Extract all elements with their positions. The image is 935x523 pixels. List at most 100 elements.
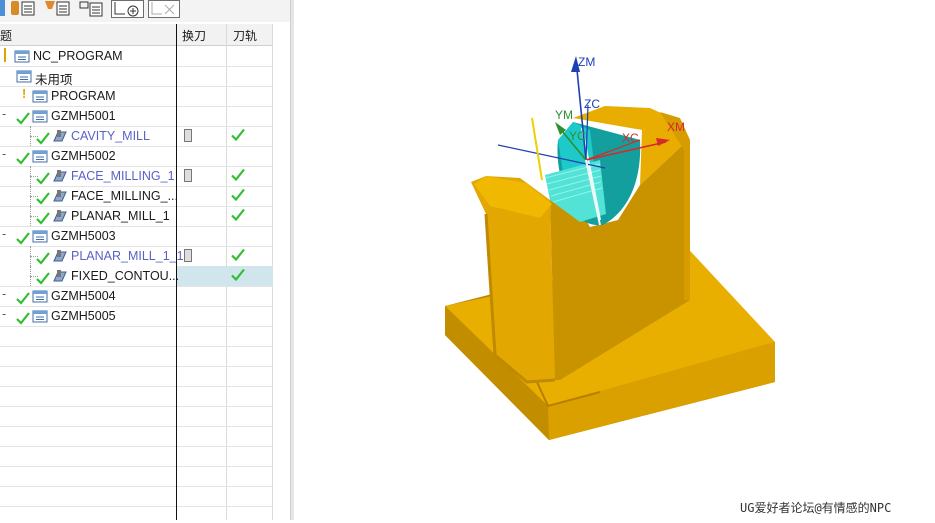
operation-icon: [52, 269, 68, 286]
column-toolpath-header[interactable]: 刀轨: [233, 27, 257, 44]
toolpath-ok-icon: [231, 208, 245, 222]
column-tool-change-header[interactable]: 换刀: [182, 27, 206, 44]
name-cell[interactable]: NC_PROGRAM: [0, 46, 176, 66]
program-row[interactable]: ! PROGRAM: [0, 86, 273, 107]
empty-row: [0, 346, 273, 367]
part-model: ZM ZC YM YC XC XM: [445, 55, 775, 440]
operation-row[interactable]: PLANAR_MILL_1: [0, 206, 273, 227]
tool-change-icon: [184, 169, 192, 182]
geometry-view-icon[interactable]: [78, 0, 104, 17]
program-folder-icon: [32, 229, 48, 246]
program-folder-icon: [32, 149, 48, 166]
tool-change-icon: [184, 129, 192, 142]
create-program-icon[interactable]: [111, 0, 144, 18]
warning-marker-icon: [4, 48, 6, 62]
collapse-toggle[interactable]: -: [2, 147, 6, 161]
program-row[interactable]: - GZMH5001: [0, 106, 273, 127]
tree-row[interactable]: 未用项: [0, 66, 273, 87]
name-cell[interactable]: - GZMH5003: [0, 226, 176, 246]
row-label: PLANAR_MILL_1_1: [71, 249, 184, 263]
collapse-toggle[interactable]: -: [2, 227, 6, 241]
toolpath-ok-icon: [231, 188, 245, 202]
axis-label-xm: XM: [667, 120, 685, 134]
collapse-toggle[interactable]: -: [2, 107, 6, 121]
program-folder-icon: [32, 309, 48, 326]
name-cell[interactable]: - GZMH5004: [0, 286, 176, 306]
operation-icon: [52, 129, 68, 146]
program-row[interactable]: - GZMH5003: [0, 226, 273, 247]
empty-row: [0, 406, 273, 427]
toolpath-ok-icon: [231, 128, 245, 142]
navigator-header: 题 换刀 刀轨: [0, 24, 273, 46]
row-label: GZMH5005: [51, 309, 116, 323]
axis-label-yc: YC: [569, 129, 586, 143]
status-warning-icon: !: [22, 87, 27, 101]
row-label: CAVITY_MILL: [71, 129, 150, 143]
program-folder-icon: [14, 49, 30, 66]
program-row[interactable]: - GZMH5002: [0, 146, 273, 167]
name-cell[interactable]: FACE_MILLING_...: [0, 186, 178, 206]
empty-row: [0, 366, 273, 387]
program-folder-icon: [32, 109, 48, 126]
row-label: NC_PROGRAM: [33, 49, 123, 63]
collapse-toggle[interactable]: -: [2, 307, 6, 321]
name-cell[interactable]: - GZMH5001: [0, 106, 176, 126]
toolbar-edge-icon[interactable]: [0, 0, 6, 17]
axis-label-xc: XC: [622, 131, 639, 145]
name-cell[interactable]: PLANAR_MILL_1_1: [0, 246, 184, 266]
row-label: GZMH5003: [51, 229, 116, 243]
program-order-view-icon[interactable]: [10, 0, 36, 17]
delete-program-icon[interactable]: [148, 0, 180, 18]
name-cell[interactable]: PLANAR_MILL_1: [0, 206, 176, 226]
program-folder-icon: [16, 69, 32, 86]
axis-label-ym: YM: [555, 108, 573, 122]
navigator-toolbar: [0, 0, 290, 22]
column-name-header[interactable]: 题: [0, 27, 12, 44]
name-cell[interactable]: - GZMH5005: [0, 306, 176, 326]
name-cell[interactable]: 未用项: [0, 66, 176, 87]
name-cell[interactable]: CAVITY_MILL: [0, 126, 176, 146]
name-cell[interactable]: FIXED_CONTOU...: [0, 266, 180, 286]
operation-icon: [52, 169, 68, 186]
operation-icon: [52, 189, 68, 206]
operation-icon: [52, 209, 68, 226]
program-folder-icon: [32, 89, 48, 106]
column-divider-line: [176, 24, 177, 520]
axis-label-zm: ZM: [578, 55, 595, 69]
toolpath-ok-icon: [231, 248, 245, 262]
row-label: GZMH5004: [51, 289, 116, 303]
program-row[interactable]: - GZMH5004: [0, 286, 273, 307]
tree-row[interactable]: NC_PROGRAM: [0, 46, 273, 67]
empty-row: [0, 506, 273, 520]
row-label: FIXED_CONTOU...: [71, 269, 180, 283]
axis-label-zc: ZC: [584, 97, 600, 111]
toolpath-ok-icon: [231, 168, 245, 182]
operation-row[interactable]: FIXED_CONTOU...: [0, 266, 273, 287]
program-row[interactable]: - GZMH5005: [0, 306, 273, 327]
operation-icon: [52, 249, 68, 266]
program-folder-icon: [32, 289, 48, 306]
operation-row[interactable]: FACE_MILLING_1: [0, 166, 273, 187]
toolpath-ok-icon: [231, 268, 245, 282]
row-label: GZMH5002: [51, 149, 116, 163]
watermark: UG爱好者论坛@有情感的NPC: [740, 501, 892, 515]
operation-row[interactable]: FACE_MILLING_...: [0, 186, 273, 207]
collapse-toggle[interactable]: -: [2, 287, 6, 301]
row-label: PROGRAM: [51, 89, 116, 103]
operation-row[interactable]: PLANAR_MILL_1_1: [0, 246, 273, 267]
tool-change-icon: [184, 249, 192, 262]
graphics-viewport[interactable]: ZM ZC YM YC XC XM: [293, 0, 935, 520]
operation-row[interactable]: CAVITY_MILL: [0, 126, 273, 147]
row-label: FACE_MILLING_1: [71, 169, 175, 183]
row-label: FACE_MILLING_...: [71, 189, 178, 203]
operation-navigator: 题 换刀 刀轨 NC_PROGRAM 未用项! PROGRAM - GZMH5001 CA…: [0, 0, 290, 520]
empty-row: [0, 386, 273, 407]
empty-row: [0, 446, 273, 467]
machine-tool-view-icon[interactable]: [44, 0, 72, 17]
name-cell[interactable]: FACE_MILLING_1: [0, 166, 176, 186]
empty-row: [0, 326, 273, 347]
empty-row: [0, 426, 273, 447]
name-cell[interactable]: - GZMH5002: [0, 146, 176, 166]
name-cell[interactable]: ! PROGRAM: [0, 86, 176, 106]
row-label: GZMH5001: [51, 109, 116, 123]
